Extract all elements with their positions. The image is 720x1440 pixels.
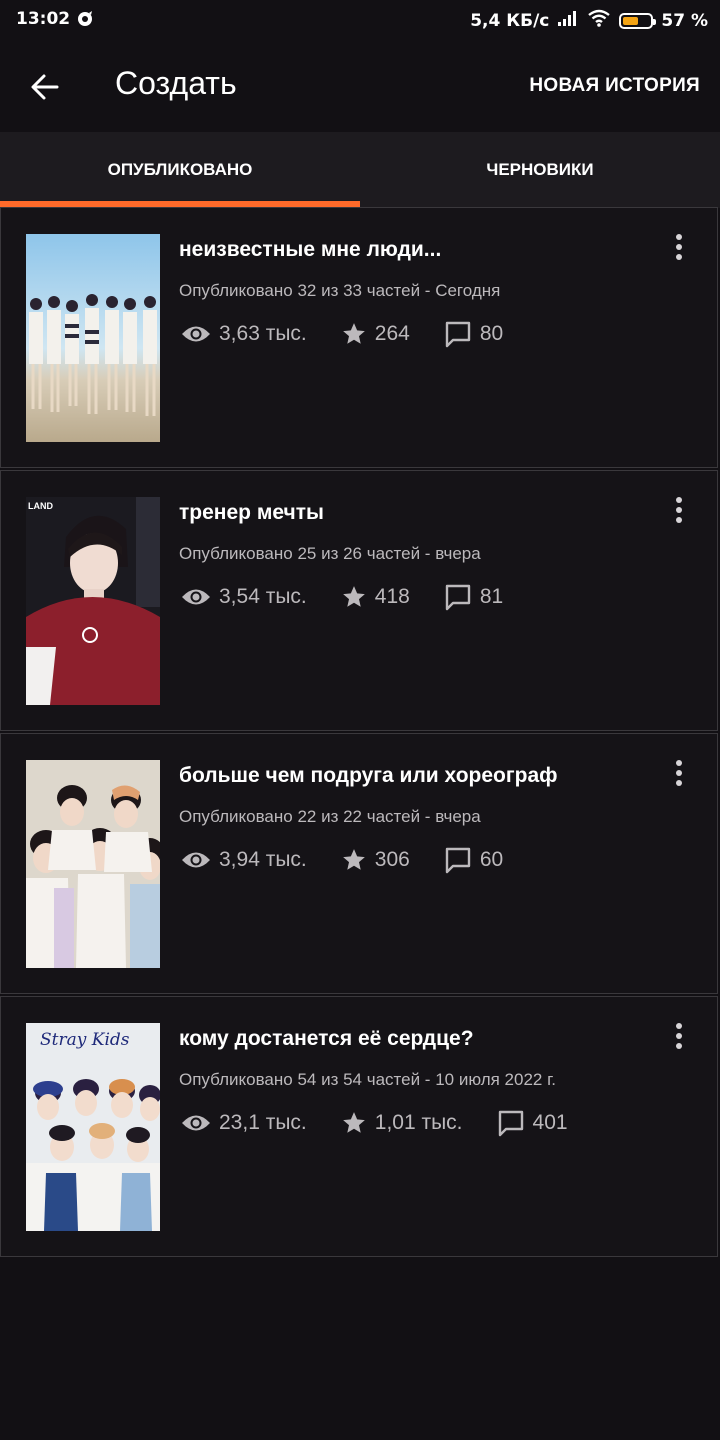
story-card[interactable]: больше чем подруга или хореограф Опублик… bbox=[0, 733, 718, 994]
notification-icon bbox=[76, 10, 94, 28]
wifi-icon bbox=[587, 9, 611, 32]
comment-icon bbox=[445, 321, 471, 348]
new-story-button[interactable]: НОВАЯ ИСТОРИЯ bbox=[529, 75, 700, 97]
story-meta: Опубликовано 32 из 33 частей - Сегодня bbox=[179, 281, 501, 300]
story-card[interactable]: Stray Kids кому достанется её сердце? Оп… bbox=[0, 996, 718, 1257]
comment-icon bbox=[445, 847, 471, 874]
views-count: 23,1 тыс. bbox=[219, 1111, 307, 1134]
comment-icon bbox=[498, 1110, 523, 1137]
story-meta: Опубликовано 54 из 54 частей - 10 июля 2… bbox=[179, 1070, 556, 1089]
story-title: кому достанется её сердце? bbox=[179, 1027, 474, 1050]
story-card[interactable]: LAND тренер мечты Опубликовано 25 из 26 … bbox=[0, 470, 718, 731]
story-cover-image bbox=[26, 760, 160, 968]
story-stats: 3,94 тыс. 306 60 bbox=[181, 844, 537, 876]
more-options-button[interactable] bbox=[667, 495, 691, 527]
more-options-button[interactable] bbox=[667, 1021, 691, 1053]
more-vertical-icon bbox=[676, 1023, 682, 1049]
views-stat: 23,1 тыс. bbox=[181, 1111, 307, 1135]
comments-stat: 401 bbox=[497, 1109, 568, 1137]
votes-stat: 306 bbox=[341, 847, 410, 873]
story-cover-image bbox=[26, 234, 160, 442]
eye-icon bbox=[182, 852, 210, 868]
comments-count: 80 bbox=[479, 322, 504, 345]
status-time: 13:02 bbox=[16, 9, 71, 29]
star-icon bbox=[342, 1112, 365, 1133]
tab-published-label: ОПУБЛИКОВАНО bbox=[107, 160, 253, 179]
svg-text:LAND: LAND bbox=[28, 501, 53, 511]
story-stats: 3,63 тыс. 264 80 bbox=[181, 318, 537, 350]
votes-stat: 418 bbox=[341, 584, 410, 610]
story-title: неизвестные мне люди... bbox=[179, 238, 442, 261]
comments-count: 81 bbox=[479, 585, 504, 608]
star-icon bbox=[342, 586, 365, 607]
comment-icon bbox=[445, 584, 471, 611]
back-button[interactable] bbox=[26, 67, 66, 107]
votes-stat: 264 bbox=[341, 321, 410, 347]
views-count: 3,54 тыс. bbox=[219, 585, 307, 608]
comments-stat: 81 bbox=[444, 583, 503, 611]
eye-icon bbox=[182, 326, 210, 342]
story-title: тренер мечты bbox=[179, 501, 324, 524]
battery-percent: 57 % bbox=[661, 10, 708, 31]
story-cover-image: LAND bbox=[26, 497, 160, 705]
network-speed: 5,4 КБ/с bbox=[470, 10, 550, 31]
story-meta: Опубликовано 22 из 22 частей - вчера bbox=[179, 807, 481, 826]
comments-stat: 80 bbox=[444, 320, 503, 348]
comments-count: 60 bbox=[479, 848, 504, 871]
story-stats: 3,54 тыс. 418 81 bbox=[181, 581, 537, 613]
eye-icon bbox=[182, 1115, 210, 1131]
star-icon bbox=[342, 323, 365, 344]
story-stats: 23,1 тыс. 1,01 тыс. 401 bbox=[181, 1107, 602, 1139]
story-cover-image: Stray Kids bbox=[26, 1023, 160, 1231]
more-options-button[interactable] bbox=[667, 232, 691, 264]
views-count: 3,94 тыс. bbox=[219, 848, 307, 871]
signal-icon bbox=[557, 9, 579, 32]
tab-bar: ОПУБЛИКОВАНО ЧЕРНОВИКИ bbox=[0, 132, 720, 208]
views-count: 3,63 тыс. bbox=[219, 322, 307, 345]
more-options-button[interactable] bbox=[667, 758, 691, 790]
views-stat: 3,63 тыс. bbox=[181, 322, 307, 346]
story-list: неизвестные мне люди... Опубликовано 32 … bbox=[0, 207, 720, 1259]
votes-count: 1,01 тыс. bbox=[374, 1111, 463, 1134]
more-vertical-icon bbox=[676, 760, 682, 786]
cover-text: Stray Kids bbox=[40, 1030, 130, 1050]
more-vertical-icon bbox=[676, 234, 682, 260]
more-vertical-icon bbox=[676, 497, 682, 523]
battery-fill bbox=[623, 16, 639, 25]
tab-published[interactable]: ОПУБЛИКОВАНО bbox=[0, 132, 360, 208]
tab-drafts[interactable]: ЧЕРНОВИКИ bbox=[360, 132, 720, 208]
comments-count: 401 bbox=[532, 1111, 568, 1134]
arrow-left-icon bbox=[31, 74, 59, 100]
page-title: Создать bbox=[115, 65, 237, 101]
views-stat: 3,54 тыс. bbox=[181, 585, 307, 609]
views-stat: 3,94 тыс. bbox=[181, 848, 307, 872]
story-card[interactable]: неизвестные мне люди... Опубликовано 32 … bbox=[0, 207, 718, 468]
story-title: больше чем подруга или хореограф bbox=[179, 764, 558, 787]
status-bar: 13:02 5,4 КБ/с 57 % bbox=[0, 0, 720, 40]
eye-icon bbox=[182, 589, 210, 605]
battery-icon bbox=[619, 12, 657, 29]
story-meta: Опубликовано 25 из 26 частей - вчера bbox=[179, 544, 481, 563]
votes-count: 418 bbox=[374, 585, 410, 608]
votes-count: 306 bbox=[374, 848, 410, 871]
votes-stat: 1,01 тыс. bbox=[341, 1110, 463, 1136]
votes-count: 264 bbox=[374, 322, 410, 345]
tab-drafts-label: ЧЕРНОВИКИ bbox=[486, 160, 594, 179]
comments-stat: 60 bbox=[444, 846, 503, 874]
app-bar: Создать НОВАЯ ИСТОРИЯ bbox=[0, 40, 720, 132]
star-icon bbox=[342, 849, 365, 870]
